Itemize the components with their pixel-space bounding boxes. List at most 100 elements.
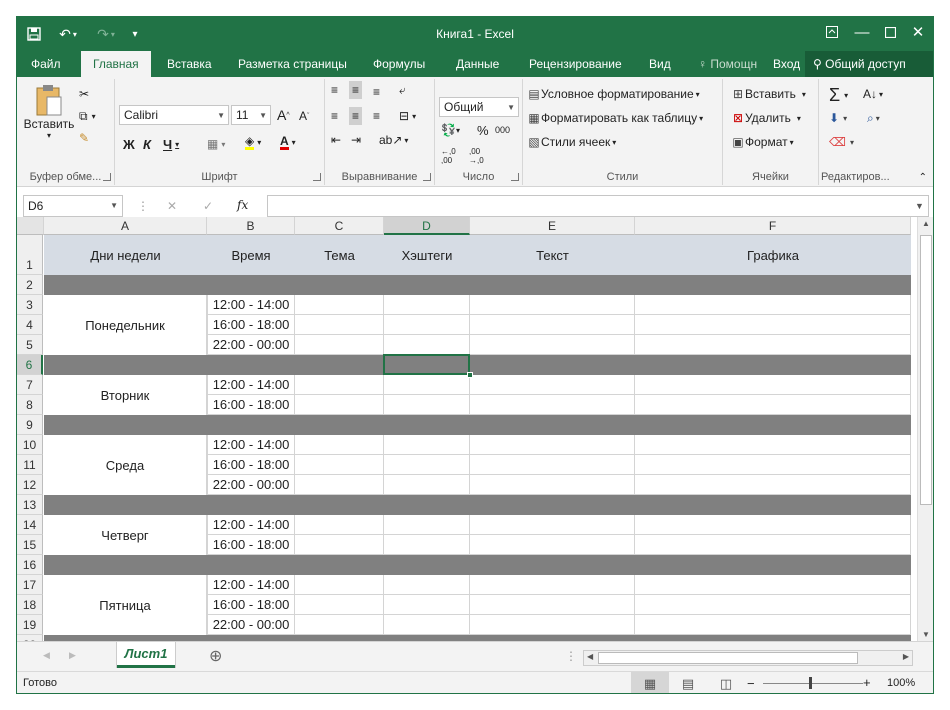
row-header-9[interactable]: 9	[17, 415, 43, 435]
active-cell-d6[interactable]	[383, 354, 470, 375]
header-cell-b[interactable]: Время	[207, 235, 295, 275]
insert-cells-button[interactable]: ⊞ Вставить ▾	[731, 87, 806, 101]
zoom-slider-thumb[interactable]	[809, 677, 812, 689]
alignment-launcher-icon[interactable]	[423, 173, 431, 181]
increase-font-icon[interactable]: A ^	[277, 107, 290, 123]
tab-home[interactable]: Главная	[81, 51, 151, 77]
row-header-16[interactable]: 16	[17, 555, 43, 575]
collapse-ribbon-icon[interactable]: ⌃	[919, 172, 927, 183]
row-header-8[interactable]: 8	[17, 395, 43, 415]
font-color-icon[interactable]: A ▾	[280, 135, 296, 150]
decrease-decimal-icon[interactable]: ,00 →,0	[469, 147, 484, 165]
time-cell[interactable]: 16:00 - 18:00	[207, 595, 295, 615]
font-launcher-icon[interactable]	[313, 173, 321, 181]
copy-icon[interactable]: ⧉ ▾	[79, 109, 96, 124]
normal-view-icon[interactable]: ▦	[631, 672, 669, 693]
select-all-corner[interactable]	[17, 217, 44, 235]
row-header-13[interactable]: 13	[17, 495, 43, 515]
decrease-indent-icon[interactable]: ⇤	[331, 133, 341, 147]
find-select-icon[interactable]: ⌕ ▾	[867, 111, 880, 126]
thousands-button[interactable]: 000	[495, 125, 510, 135]
autosum-icon[interactable]: Σ ▾	[829, 85, 848, 106]
tab-file[interactable]: Файл	[31, 51, 61, 77]
page-layout-view-icon[interactable]: ▤	[669, 672, 707, 693]
column-header-d[interactable]: D	[384, 217, 470, 235]
format-as-table-button[interactable]: ▦ Форматировать как таблицу ▾	[527, 111, 703, 125]
row-header-3[interactable]: 3	[17, 295, 43, 315]
row-header-2[interactable]: 2	[17, 275, 43, 295]
number-format-select[interactable]: Общий ▼	[439, 97, 519, 117]
grid-cell[interactable]	[295, 315, 384, 335]
row-header-7[interactable]: 7	[17, 375, 43, 395]
grid-cell[interactable]	[470, 375, 635, 395]
decrease-font-icon[interactable]: Aˇ	[299, 109, 309, 123]
underline-button[interactable]: Ч ▾	[163, 137, 179, 152]
grid-cell[interactable]	[384, 375, 470, 395]
align-center-icon[interactable]: ≡	[349, 107, 363, 125]
add-sheet-icon[interactable]: ⊕	[209, 646, 222, 666]
row-header-1[interactable]: 1	[17, 235, 43, 275]
grid-cell[interactable]	[470, 335, 635, 355]
grid-cell[interactable]	[470, 475, 635, 495]
share-button[interactable]: ⚲ Общий доступ	[805, 51, 933, 77]
time-cell[interactable]: 22:00 - 00:00	[207, 335, 295, 355]
grid-cell[interactable]	[470, 435, 635, 455]
header-cell-e[interactable]: Текст	[470, 235, 635, 275]
grid-cell[interactable]	[635, 315, 911, 335]
fill-handle[interactable]	[467, 372, 473, 378]
row-header-17[interactable]: 17	[17, 575, 43, 595]
scroll-up-icon[interactable]: ▲	[922, 219, 930, 228]
row-header-4[interactable]: 4	[17, 315, 43, 335]
grid-cell[interactable]	[470, 535, 635, 555]
name-box[interactable]: D6 ▼	[23, 195, 123, 217]
grid-cell[interactable]	[470, 395, 635, 415]
align-bottom-icon[interactable]: ≡	[373, 85, 380, 99]
font-name-select[interactable]: Calibri ▼	[119, 105, 229, 125]
time-cell[interactable]: 12:00 - 14:00	[207, 515, 295, 535]
grid-cell[interactable]	[295, 515, 384, 535]
column-header-b[interactable]: B	[207, 217, 295, 235]
grid-cell[interactable]	[295, 595, 384, 615]
column-header-c[interactable]: C	[295, 217, 384, 235]
borders-icon[interactable]: ▦ ▾	[207, 137, 225, 151]
enter-formula-icon[interactable]: ✓	[203, 199, 213, 213]
grid-cell[interactable]	[384, 535, 470, 555]
grid-cell[interactable]	[470, 615, 635, 635]
grid-cell[interactable]	[635, 615, 911, 635]
time-cell[interactable]: 16:00 - 18:00	[207, 395, 295, 415]
tab-insert[interactable]: Вставка	[167, 51, 212, 77]
wrap-text-icon[interactable]: ⤶	[399, 83, 406, 98]
grid-cell[interactable]	[470, 595, 635, 615]
row-header-5[interactable]: 5	[17, 335, 43, 355]
format-cells-button[interactable]: ▣ Формат ▾	[731, 135, 793, 149]
grid-cell[interactable]	[384, 455, 470, 475]
align-middle-icon[interactable]: ≡	[349, 81, 363, 99]
grid-cell[interactable]	[384, 395, 470, 415]
grid-cell[interactable]	[295, 535, 384, 555]
time-cell[interactable]: 16:00 - 18:00	[207, 535, 295, 555]
align-right-icon[interactable]: ≡	[373, 109, 380, 123]
header-cell-d[interactable]: Хэштеги	[384, 235, 470, 275]
tab-page-layout[interactable]: Разметка страницы	[238, 51, 347, 77]
grid-cell[interactable]	[470, 575, 635, 595]
scroll-down-icon[interactable]: ▼	[922, 630, 930, 639]
scroll-left-icon[interactable]: ◀	[587, 652, 593, 661]
grid-cell[interactable]	[384, 315, 470, 335]
row-header-10[interactable]: 10	[17, 435, 43, 455]
horizontal-scroll-thumb[interactable]	[598, 652, 858, 664]
vertical-scroll-thumb[interactable]	[920, 235, 932, 505]
time-cell[interactable]: 16:00 - 18:00	[207, 315, 295, 335]
grid-cell[interactable]	[295, 375, 384, 395]
grid-cell[interactable]	[384, 435, 470, 455]
time-cell[interactable]: 22:00 - 00:00	[207, 475, 295, 495]
ribbon-display-options-icon[interactable]	[817, 17, 847, 47]
zoom-out-icon[interactable]: −	[747, 676, 755, 691]
format-painter-icon[interactable]: ✎	[79, 131, 89, 145]
maximize-icon[interactable]	[875, 17, 905, 47]
column-header-e[interactable]: E	[470, 217, 635, 235]
zoom-slider[interactable]	[763, 683, 863, 684]
cut-icon[interactable]: ✂	[79, 87, 89, 101]
increase-indent-icon[interactable]: ⇥	[351, 133, 361, 147]
clear-icon[interactable]: ⌫ ▾	[829, 135, 854, 149]
column-header-f[interactable]: F	[635, 217, 911, 235]
